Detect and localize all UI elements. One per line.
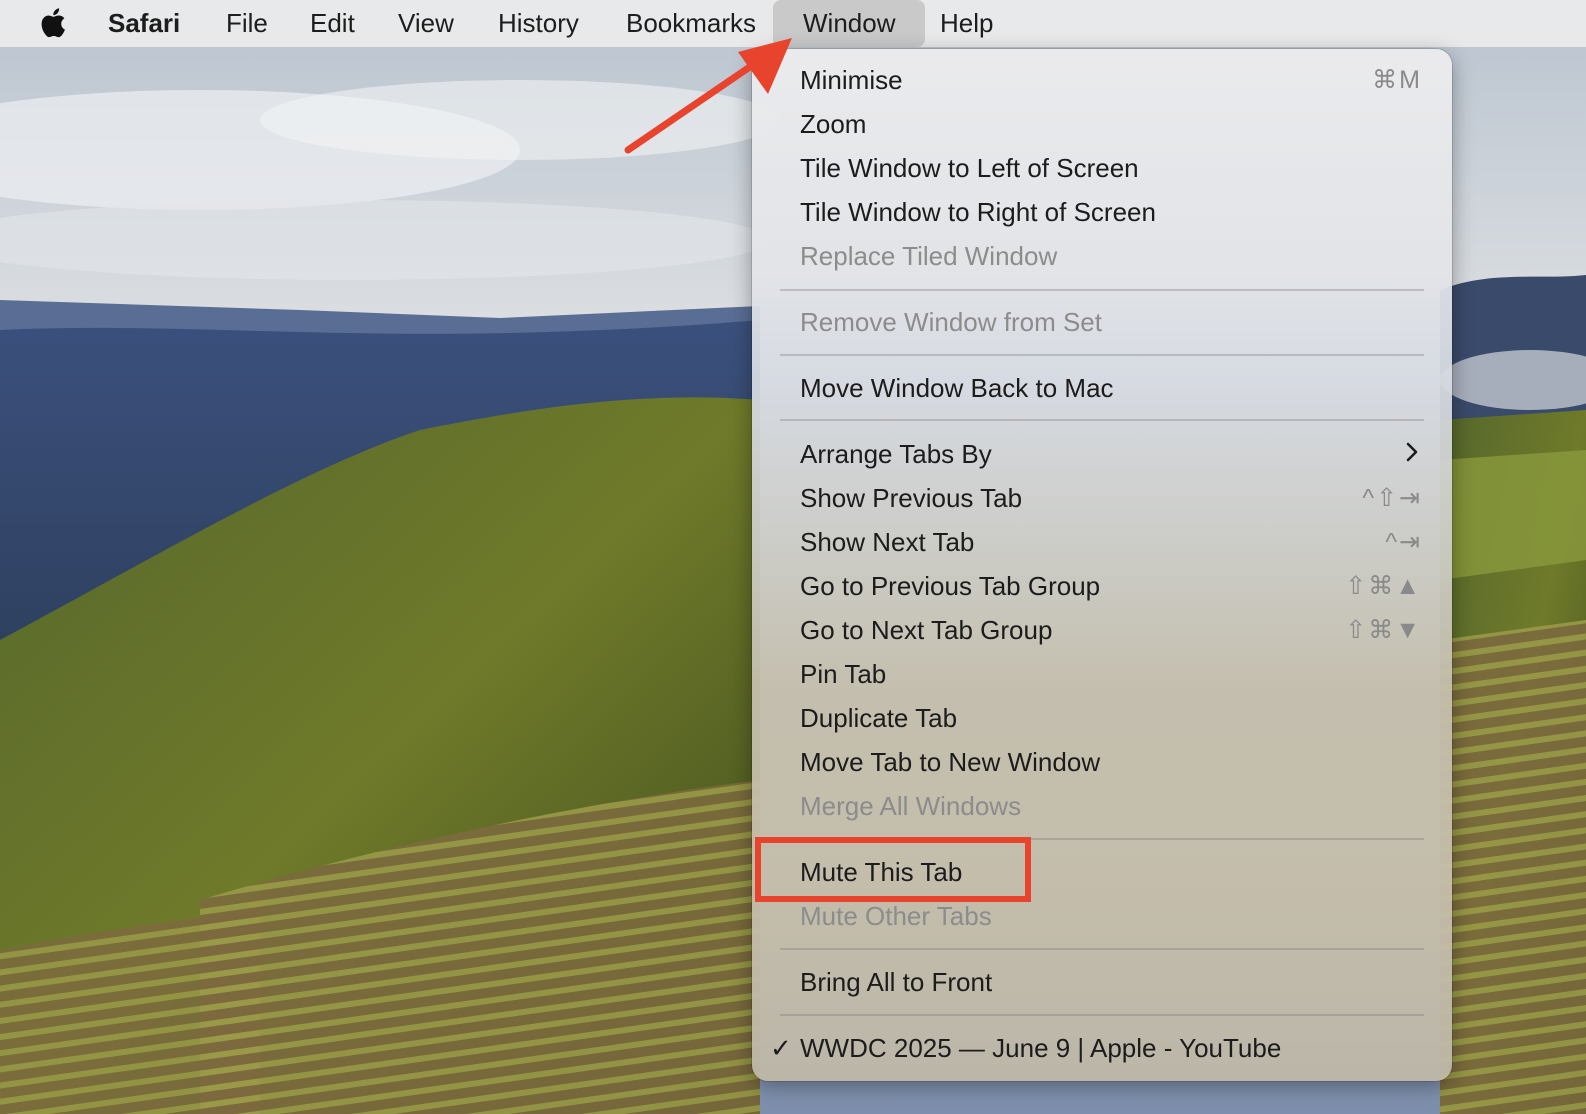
menu-item-label: Minimise [800,65,903,95]
menu-item-label: Move Window Back to Mac [800,373,1114,403]
menu-separator [780,289,1424,291]
menu-separator [780,354,1424,356]
menu-item-go-to-next-tab-group[interactable]: Go to Next Tab Group ⇧⌘▼ [752,609,1452,653]
menu-item-label: Arrange Tabs By [800,439,992,469]
menu-item-show-next-tab[interactable]: Show Next Tab ^⇥ [752,521,1452,565]
shortcut-ctrl-shift-tab: ^⇧⇥ [1362,484,1422,512]
chevron-right-icon [1406,442,1418,462]
highlight-box-annotation [755,837,1031,902]
menu-item-tile-left[interactable]: Tile Window to Left of Screen [752,147,1452,191]
menu-item-label: Replace Tiled Window [800,241,1058,271]
menu-item-merge-all-windows: Merge All Windows [752,785,1452,829]
menu-item-label: Mute Other Tabs [800,901,992,931]
menu-item-label: WWDC 2025 — June 9 | Apple - YouTube [800,1033,1282,1063]
shortcut-shift-cmd-up: ⇧⌘▲ [1345,572,1422,600]
menu-item-window-wwdc-2025[interactable]: ✓ WWDC 2025 — June 9 | Apple - YouTube [752,1027,1452,1071]
menu-item-label: Move Tab to New Window [800,747,1101,777]
shortcut-shift-cmd-down: ⇧⌘▼ [1345,616,1422,644]
menu-item-label: Show Next Tab [800,527,975,557]
menu-separator [780,948,1424,950]
menu-item-label: Tile Window to Right of Screen [800,197,1156,227]
menu-item-arrange-tabs-by[interactable]: Arrange Tabs By [752,433,1452,477]
menu-item-pin-tab[interactable]: Pin Tab [752,653,1452,697]
menu-item-label: Pin Tab [800,659,887,689]
menu-item-label: Merge All Windows [800,791,1022,821]
menu-item-duplicate-tab[interactable]: Duplicate Tab [752,697,1452,741]
window-menu-dropdown: Minimise ⌘M Zoom Tile Window to Left of … [752,49,1452,1081]
menu-item-label: Bring All to Front [800,967,993,997]
menu-separator [780,419,1424,421]
menu-file[interactable]: File [226,0,268,47]
menu-item-label: Show Previous Tab [800,483,1023,513]
menu-item-show-previous-tab[interactable]: Show Previous Tab ^⇧⇥ [752,477,1452,521]
menu-item-remove-window-from-set: Remove Window from Set [752,301,1452,345]
menu-item-tile-right[interactable]: Tile Window to Right of Screen [752,191,1452,235]
menu-item-move-window-back-to-mac[interactable]: Move Window Back to Mac [752,367,1452,411]
menu-item-zoom[interactable]: Zoom [752,103,1452,147]
menu-history[interactable]: History [498,0,579,47]
menu-item-label: Go to Previous Tab Group [800,571,1101,601]
menu-app-safari[interactable]: Safari [108,0,180,47]
menu-item-bring-all-to-front[interactable]: Bring All to Front [752,961,1452,1005]
menu-edit[interactable]: Edit [310,0,355,47]
menu-item-label: Tile Window to Left of Screen [800,153,1139,183]
menu-item-minimise[interactable]: Minimise ⌘M [752,59,1452,103]
menu-separator [780,1014,1424,1016]
menu-help[interactable]: Help [940,0,993,47]
apple-logo-icon[interactable] [38,6,72,40]
menu-item-replace-tiled-window: Replace Tiled Window [752,235,1452,279]
arrow-annotation-icon [624,38,792,154]
menu-view[interactable]: View [398,0,454,47]
shortcut-ctrl-tab: ^⇥ [1385,528,1422,556]
menu-item-move-tab-to-new-window[interactable]: Move Tab to New Window [752,741,1452,785]
menu-item-label: Remove Window from Set [800,307,1102,337]
menu-item-go-to-previous-tab-group[interactable]: Go to Previous Tab Group ⇧⌘▲ [752,565,1452,609]
checkmark-icon: ✓ [770,1033,792,1063]
shortcut-cmd-m: ⌘M [1372,66,1422,94]
menu-item-label: Go to Next Tab Group [800,615,1053,645]
menu-item-label: Duplicate Tab [800,703,958,733]
